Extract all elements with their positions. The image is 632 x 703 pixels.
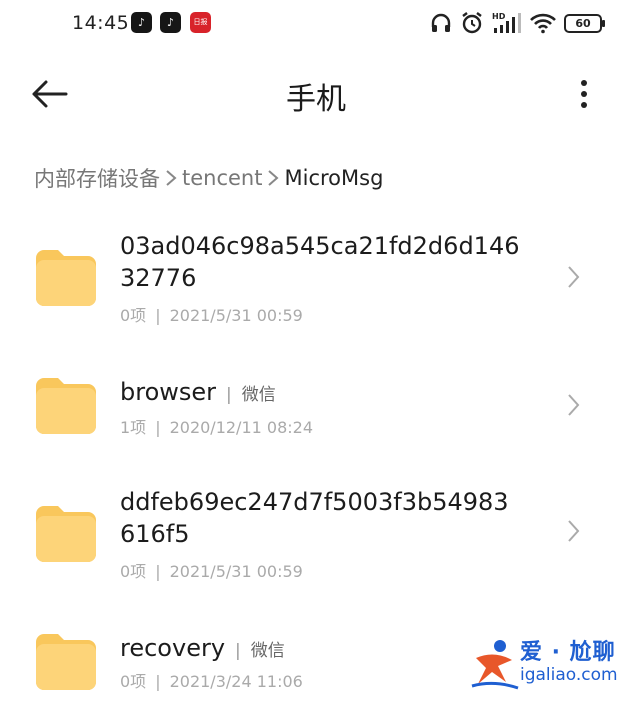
file-meta: 0项 | 2021/3/24 11:06 xyxy=(120,672,303,691)
file-name: browser微信 xyxy=(120,376,540,411)
page-title: 手机 xyxy=(286,82,346,117)
breadcrumb-item-internal-storage[interactable]: 内部存储设备 xyxy=(34,163,160,193)
file-meta: 0项 | 2021/5/31 00:59 xyxy=(120,306,303,325)
chevron-right-icon xyxy=(568,394,580,416)
status-indicators: HD 60 xyxy=(430,10,605,36)
status-bar: 14:45 ♪ ♪ 日报 HD 60 xyxy=(0,0,632,50)
file-tag: 微信 xyxy=(229,641,285,661)
more-vertical-icon[interactable] xyxy=(572,74,596,114)
folder-icon xyxy=(36,250,96,306)
breadcrumb-item-tencent[interactable]: tencent xyxy=(182,166,262,190)
file-tag: 微信 xyxy=(220,385,276,405)
tiktok-icon: ♪ xyxy=(160,12,181,33)
signal-icon: HD xyxy=(492,12,521,33)
file-name: 03ad046c98a545ca21fd2d6d146 32776 xyxy=(120,232,520,292)
folder-icon xyxy=(36,378,96,434)
chevron-right-icon xyxy=(166,170,177,186)
folder-icon xyxy=(36,506,96,562)
app-header: 手机 xyxy=(0,60,632,130)
breadcrumb: 内部存储设备 tencent MicroMsg xyxy=(34,162,383,194)
file-meta: 0项 | 2021/5/31 00:59 xyxy=(120,562,303,581)
file-manager-screen: 14:45 ♪ ♪ 日报 HD 60 手机 内部存储设备 tencent Mic… xyxy=(0,0,632,703)
watermark-url: igaliao.com xyxy=(520,665,618,685)
app-icon-red: 日报 xyxy=(190,12,211,33)
file-meta: 1项 | 2020/12/11 08:24 xyxy=(120,418,313,437)
watermark-brand: 爱 · 尬聊 xyxy=(520,640,616,665)
tiktok-icon: ♪ xyxy=(131,12,152,33)
list-item[interactable]: browser微信 1项|2020/12/11 08:24 xyxy=(0,350,632,460)
headphones-icon xyxy=(431,13,451,32)
folder-icon xyxy=(36,634,96,690)
list-item[interactable]: ddfeb69ec247d7f5003f3b54983 616f5 0项 | 202… xyxy=(0,476,632,596)
wifi-icon xyxy=(530,13,556,34)
list-item[interactable]: 03ad046c98a545ca21fd2d6d146 32776 0项 | 202… xyxy=(0,220,632,340)
alarm-icon xyxy=(462,12,482,34)
chevron-right-icon xyxy=(568,266,580,288)
chevron-right-icon xyxy=(268,170,280,186)
breadcrumb-item-micromsg[interactable]: MicroMsg xyxy=(284,166,383,190)
svg-text:HD: HD xyxy=(492,12,506,21)
status-time: 14:45 xyxy=(72,12,130,34)
watermark-figure-icon xyxy=(471,640,519,690)
watermark-logo: 爱 · 尬聊 igaliao.com xyxy=(468,632,628,696)
chevron-right-icon xyxy=(568,520,580,542)
file-name: ddfeb69ec247d7f5003f3b54983 616f5 xyxy=(120,488,509,548)
battery-icon: 60 xyxy=(564,13,605,33)
